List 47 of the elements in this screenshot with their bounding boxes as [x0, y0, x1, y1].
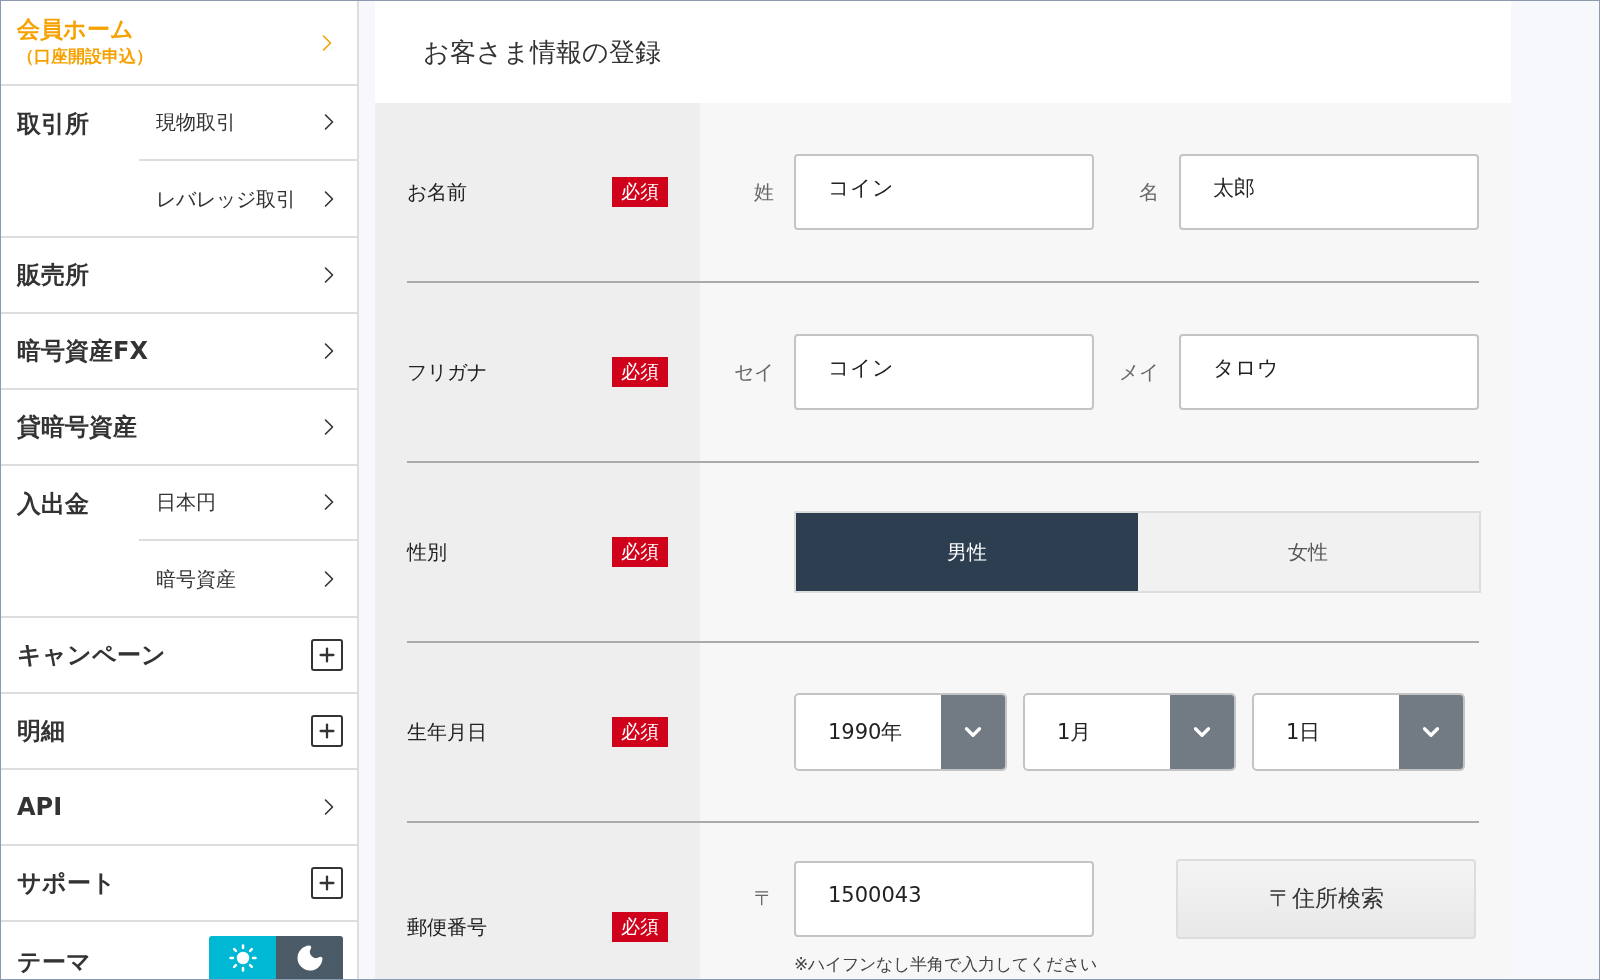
field-prefix-label: メイ [1118, 358, 1160, 386]
hint-text: ※ハイフンなし半角で入力してください [794, 952, 1099, 976]
sidebar-subitem[interactable]: 暗号資産 [139, 541, 357, 617]
sidebar-item-label: サポート [17, 868, 117, 899]
form-label: フリガナ [407, 358, 488, 386]
sidebar-item-label: 明細 [17, 716, 66, 747]
sidebar-section-label: 入出金 [17, 489, 90, 520]
postal-mark-label: 〒 [753, 885, 775, 912]
required-badge: 必須 [612, 177, 668, 207]
required-badge: 必須 [612, 537, 668, 567]
expand-button[interactable] [311, 867, 343, 899]
expand-button[interactable] [311, 715, 343, 747]
sidebar-subitem[interactable]: レバレッジ取引 [139, 161, 357, 237]
required-badge: 必須 [612, 357, 668, 387]
text-input-field[interactable]: コイン [794, 154, 1094, 230]
text-input-field[interactable]: 太郎 [1179, 154, 1479, 230]
form-label: 生年月日 [407, 718, 488, 746]
field-prefix-label: 姓 [753, 178, 775, 206]
form-label: 郵便番号 [407, 913, 488, 941]
field-prefix-label: 名 [1138, 178, 1160, 206]
dropdown-select[interactable]: 1月 [1023, 693, 1236, 771]
text-input-field[interactable]: タロウ [1179, 334, 1479, 410]
theme-label: テーマ [17, 947, 92, 978]
required-badge: 必須 [612, 717, 668, 747]
required-badge: 必須 [612, 912, 668, 942]
dropdown-select[interactable]: 1990年 [794, 693, 1007, 771]
sidebar-item[interactable]: API [17, 770, 357, 844]
text-input-field[interactable]: コイン [794, 334, 1094, 410]
sidebar-item[interactable]: 貸暗号資産 [17, 390, 357, 464]
address-search-button[interactable]: 〒住所検索 [1176, 858, 1476, 939]
sun-icon [227, 943, 258, 973]
sidebar-subitem[interactable]: 日本円 [139, 465, 357, 541]
postal-code-field[interactable]: 1500043 [794, 860, 1094, 937]
dropdown-select[interactable]: 1日 [1252, 693, 1465, 771]
form-label: 性別 [407, 538, 448, 566]
sidebar-item[interactable]: 暗号資産FX [17, 314, 357, 388]
gender-option-button[interactable]: 男性 [796, 513, 1138, 591]
page-title: お客さま情報の登録 [423, 35, 661, 69]
sidebar-item-label: キャンペーン [17, 640, 167, 671]
expand-button[interactable] [311, 639, 343, 671]
field-prefix-label: セイ [733, 358, 775, 386]
gender-option-button[interactable]: 女性 [1137, 513, 1479, 591]
sidebar-subitem[interactable]: 現物取引 [139, 85, 357, 161]
moon-mode-button[interactable] [276, 936, 343, 979]
form-label: お名前 [407, 178, 468, 206]
sidebar-section-label: 取引所 [17, 109, 90, 140]
sidebar-item[interactable]: 販売所 [17, 238, 357, 312]
